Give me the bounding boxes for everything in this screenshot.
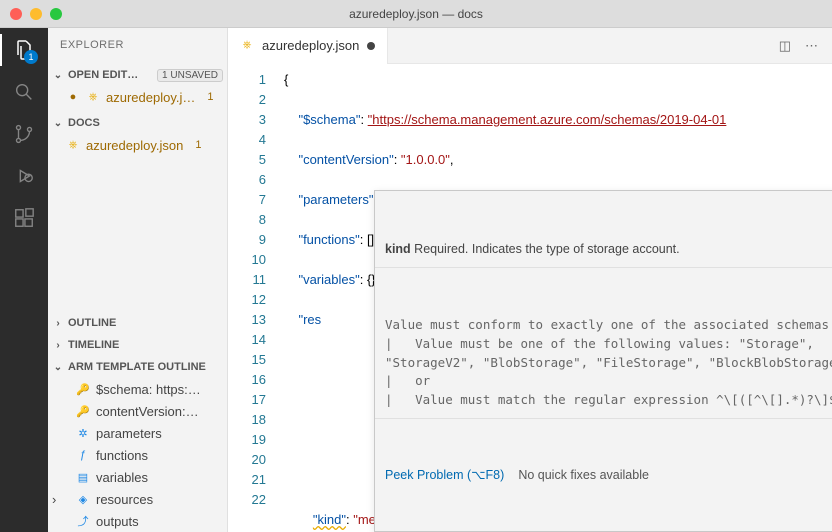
file-json-icon: ⎈ (86, 90, 100, 104)
debug-icon[interactable] (12, 164, 36, 188)
file-name: azuredeploy.j… (106, 90, 195, 105)
timeline-header[interactable]: › TIMELINE (48, 334, 227, 356)
arm-item-label: variables (96, 470, 148, 485)
workspace-header[interactable]: ⌄ DOCS (48, 112, 227, 134)
open-editors-label: OPEN EDIT… (68, 69, 138, 81)
arm-item[interactable]: 🔑 $schema: https:… (48, 378, 227, 400)
split-editor-icon[interactable]: ◫ (779, 38, 791, 54)
line-numbers: 12345678910111213141516171819202122 (228, 64, 284, 532)
key-icon: 🔑 (76, 404, 90, 418)
file-json-icon: ⎈ (66, 138, 80, 152)
gear-icon: ✲ (76, 426, 90, 440)
no-fix-label: No quick fixes available (518, 468, 649, 482)
out-icon: ⤴ (76, 514, 90, 528)
explorer-badge: 1 (24, 50, 38, 64)
hover-keyword: kind (385, 242, 411, 256)
arm-item-label: outputs (96, 514, 139, 529)
arm-item-label: parameters (96, 426, 162, 441)
search-icon[interactable] (12, 80, 36, 104)
window-controls (10, 8, 62, 20)
open-editors-header[interactable]: ⌄ OPEN EDIT… 1 UNSAVED (48, 64, 227, 86)
sidebar-title: EXPLORER (48, 28, 227, 62)
workspace-label: DOCS (68, 117, 100, 129)
arm-item-label: functions (96, 448, 148, 463)
source-control-icon[interactable] (12, 122, 36, 146)
hover-actions: Peek Problem (⌥F8) No quick fixes availab… (375, 459, 832, 491)
main: 1 EXPLORER ⌄ OPEN EDIT… 1 UNSAVED ● ⎈ az… (0, 28, 832, 532)
titlebar: azuredeploy.json — docs (0, 0, 832, 28)
hover-desc: Required. Indicates the type of storage … (411, 242, 680, 256)
arm-item[interactable]: › ◈ resources (48, 488, 227, 510)
chevron-right-icon: › (52, 318, 64, 329)
minimize-icon[interactable] (30, 8, 42, 20)
modified-dot-icon: ● (66, 90, 80, 104)
extensions-icon[interactable] (12, 206, 36, 230)
arm-item[interactable]: ƒ functions (48, 444, 227, 466)
hover-tooltip: kind Required. Indicates the type of sto… (374, 190, 832, 532)
cube-icon: ◈ (76, 492, 90, 506)
chevron-right-icon: › (52, 340, 64, 351)
arm-item-label: resources (96, 492, 153, 507)
timeline-label: TIMELINE (68, 339, 119, 351)
open-editor-item[interactable]: ● ⎈ azuredeploy.j… (48, 86, 227, 108)
chevron-down-icon: ⌄ (52, 118, 64, 129)
hover-title: kind Required. Indicates the type of sto… (375, 231, 832, 268)
activity-bar: 1 (0, 28, 48, 532)
window-title: azuredeploy.json — docs (349, 7, 483, 21)
arm-item[interactable]: ✲ parameters (48, 422, 227, 444)
arm-label: ARM TEMPLATE OUTLINE (68, 361, 206, 373)
hover-body: Value must conform to exactly one of the… (375, 308, 832, 419)
modified-indicator-icon (367, 42, 375, 50)
unsaved-badge: 1 UNSAVED (157, 69, 223, 82)
editor: ⎈ azuredeploy.json ◫ ⋯ 12345678910111213… (228, 28, 832, 532)
file-name: azuredeploy.json (86, 138, 183, 153)
peek-problem-link[interactable]: Peek Problem (⌥F8) (385, 468, 504, 482)
workspace-file[interactable]: ⎈ azuredeploy.json (48, 134, 227, 156)
sidebar: EXPLORER ⌄ OPEN EDIT… 1 UNSAVED ● ⎈ azur… (48, 28, 228, 532)
tab-actions: ◫ ⋯ (779, 38, 832, 54)
func-icon: ƒ (76, 448, 90, 462)
tabs: ⎈ azuredeploy.json ◫ ⋯ (228, 28, 832, 64)
outline-header[interactable]: › OUTLINE (48, 312, 227, 334)
doc-icon: ▤ (76, 470, 90, 484)
chevron-right-icon: › (52, 492, 56, 507)
arm-item[interactable]: ⤴ outputs (48, 510, 227, 532)
tab-azuredeploy[interactable]: ⎈ azuredeploy.json (228, 28, 388, 64)
chevron-down-icon: ⌄ (52, 70, 64, 81)
code-area[interactable]: 12345678910111213141516171819202122 { "$… (228, 64, 832, 532)
chevron-down-icon: ⌄ (52, 362, 64, 373)
arm-item-label: $schema: https:… (96, 382, 201, 397)
arm-header[interactable]: ⌄ ARM TEMPLATE OUTLINE (48, 356, 227, 378)
arm-item-label: contentVersion:… (96, 404, 199, 419)
explorer-icon[interactable]: 1 (12, 38, 36, 62)
arm-item[interactable]: ▤ variables (48, 466, 227, 488)
maximize-icon[interactable] (50, 8, 62, 20)
outline-label: OUTLINE (68, 317, 116, 329)
tab-label: azuredeploy.json (262, 38, 359, 53)
key-icon: 🔑 (76, 382, 90, 396)
file-json-icon: ⎈ (240, 39, 254, 53)
code-lines[interactable]: { "$schema": "https://schema.management.… (284, 64, 832, 532)
arm-item[interactable]: 🔑 contentVersion:… (48, 400, 227, 422)
close-icon[interactable] (10, 8, 22, 20)
more-icon[interactable]: ⋯ (805, 38, 818, 54)
